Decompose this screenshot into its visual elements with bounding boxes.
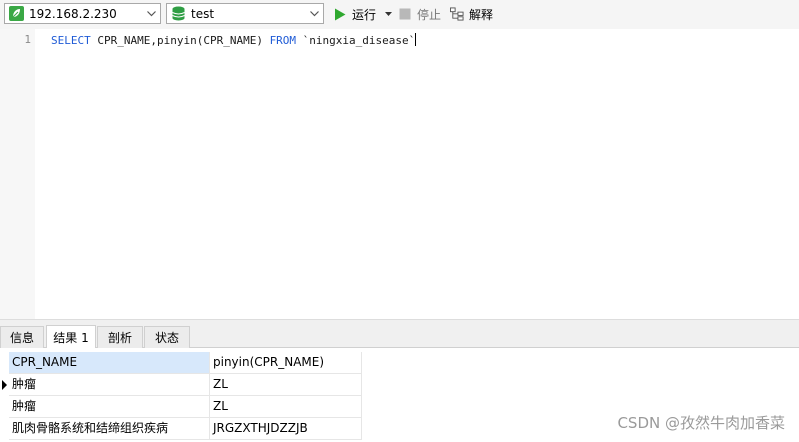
run-label: 运行 [352,7,377,22]
table-cell[interactable]: ZL [210,396,362,418]
explain-button[interactable]: 解释 [450,5,493,23]
table-cell[interactable]: 肿瘤 [9,396,210,418]
tab-result-1[interactable]: 结果 1 [46,325,96,348]
tab-status[interactable]: 状态 [144,326,190,348]
sql-keyword-select: SELECT [51,34,91,47]
sql-table: `ningxia_disease` [296,34,416,47]
line-number: 1 [24,33,31,46]
stop-icon [398,7,412,21]
text-caret [415,33,417,46]
table-cell[interactable]: 肿瘤 [9,374,210,396]
run-dropdown-button[interactable] [385,5,395,23]
chevron-down-icon[interactable] [306,4,323,23]
database-select[interactable]: test [166,3,324,24]
chevron-down-icon[interactable] [143,4,160,23]
tab-profile[interactable]: 剖析 [97,326,143,348]
line-gutter: 1 [0,29,35,319]
database-icon [172,6,185,21]
play-icon [333,7,347,21]
connection-leaf-icon [9,6,24,21]
column-header[interactable]: pinyin(CPR_NAME) [210,352,362,374]
table-cell[interactable]: ZL [210,374,362,396]
stop-label: 停止 [417,7,442,22]
column-header[interactable]: CPR_NAME [9,352,210,374]
current-row-indicator-icon [0,374,9,396]
table-row[interactable]: 肌肉骨骼系统和结缔组织疾病 JRGZXTHJDZZJB [0,418,362,440]
tab-info[interactable]: 信息 [0,326,44,348]
connection-select[interactable]: 192.168.2.230 [4,3,161,24]
database-value: test [191,7,215,21]
run-button[interactable]: 运行 [333,5,376,23]
connection-value: 192.168.2.230 [29,7,117,21]
caret-down-icon [385,12,392,16]
stop-button[interactable]: 停止 [398,5,441,23]
sql-editor[interactable]: 1 SELECT CPR_NAME,pinyin(CPR_NAME) FROM … [0,29,799,319]
sql-code-line[interactable]: SELECT CPR_NAME,pinyin(CPR_NAME) FROM `n… [51,33,417,47]
sql-keyword-from: FROM [269,34,297,47]
table-row[interactable]: 肿瘤 ZL [0,396,362,418]
watermark: CSDN @孜然牛肉加香菜 [617,414,785,432]
toolbar: 192.168.2.230 test 运行 停止 解释 [0,0,799,30]
explain-label: 解释 [469,7,494,22]
table-cell[interactable]: JRGZXTHJDZZJB [210,418,362,440]
table-cell[interactable]: 肌肉骨骼系统和结缔组织疾病 [9,418,210,440]
explain-tree-icon [450,7,464,21]
sql-columns: CPR_NAME,pinyin(CPR_NAME) [90,34,270,47]
grid-header-row: CPR_NAME pinyin(CPR_NAME) [0,352,362,374]
result-tabs: 信息 结果 1 剖析 状态 [0,324,799,348]
table-row[interactable]: 肿瘤 ZL [0,374,362,396]
